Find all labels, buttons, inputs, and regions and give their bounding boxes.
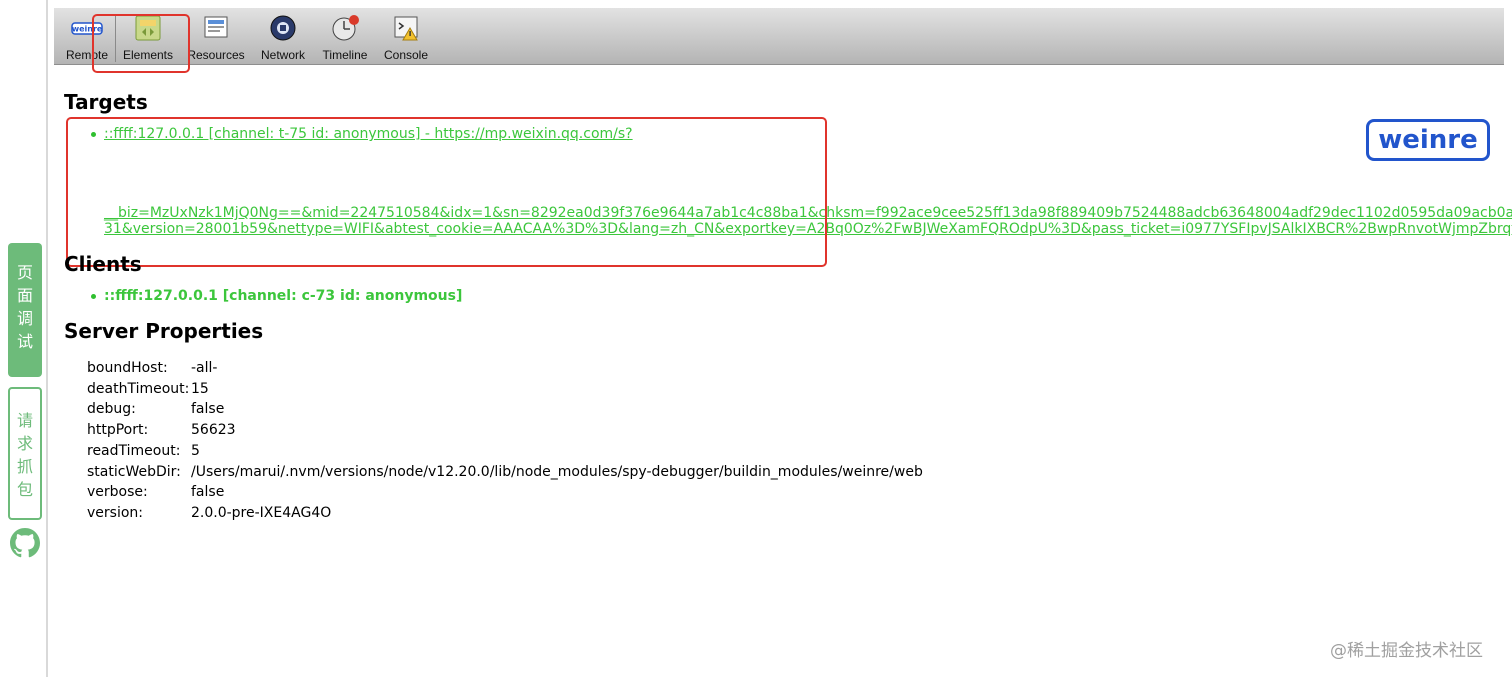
toolbar-console[interactable]: Console bbox=[378, 8, 434, 65]
github-icon[interactable] bbox=[10, 528, 40, 558]
property-key: verbose: bbox=[87, 484, 148, 501]
elements-highlight-box bbox=[92, 14, 190, 73]
property-row: version: 2.0.0-pre-IXE4AG4O bbox=[87, 503, 923, 524]
request-capture-char-2: 求 bbox=[16, 434, 33, 453]
toolbar-resources-label: Resources bbox=[187, 48, 245, 62]
page-debug-char-1: 页 bbox=[16, 263, 33, 282]
toolbar-resources[interactable]: Resources bbox=[184, 8, 248, 65]
toolbar-console-label: Console bbox=[383, 48, 429, 62]
targets-heading: Targets bbox=[64, 90, 148, 114]
property-key: boundHost: bbox=[87, 360, 168, 376]
property-row: deathTimeout: 15 bbox=[87, 379, 923, 400]
watermark: @稀土掘金技术社区 bbox=[1330, 641, 1483, 661]
request-capture-char-4: 包 bbox=[16, 480, 33, 499]
page-debug-button[interactable]: 页 面 调 试 bbox=[8, 243, 42, 377]
property-row: boundHost: -all- bbox=[87, 358, 923, 379]
property-value: -all- bbox=[191, 360, 218, 376]
request-capture-button[interactable]: 请 求 抓 包 bbox=[8, 387, 42, 520]
property-row: httpPort: 56623 bbox=[87, 420, 923, 441]
property-key: version: bbox=[87, 504, 143, 521]
property-key: staticWebDir: bbox=[87, 463, 181, 480]
property-key: httpPort: bbox=[87, 422, 149, 439]
property-row: staticWebDir: /Users/marui/.nvm/versions/… bbox=[87, 462, 923, 483]
toolbar-network-label: Network bbox=[260, 48, 305, 62]
request-capture-char-3: 抓 bbox=[16, 457, 33, 476]
page-debug-char-2: 面 bbox=[16, 286, 33, 305]
client-item: ::ffff:127.0.0.1 [channel: c-73 id: anon… bbox=[104, 288, 463, 304]
server-properties-heading: Server Properties bbox=[64, 319, 264, 343]
property-key: readTimeout: bbox=[87, 442, 181, 459]
weinre-logo: weinre bbox=[1366, 119, 1490, 161]
property-row: verbose: false bbox=[87, 482, 923, 503]
request-capture-char-1: 请 bbox=[16, 411, 33, 430]
property-value: 5 bbox=[191, 442, 200, 459]
weinre-toolbar: weinre Remote Elements Resources Network bbox=[54, 8, 1504, 65]
page-debug-char-4: 试 bbox=[16, 332, 33, 351]
console-icon bbox=[394, 16, 418, 41]
resources-icon bbox=[204, 16, 228, 38]
target-highlight-box bbox=[66, 117, 827, 267]
toolbar-timeline[interactable]: Timeline bbox=[316, 8, 374, 65]
property-value: /Users/marui/.nvm/versions/node/v12.20.0… bbox=[191, 463, 923, 480]
property-key: deathTimeout: bbox=[87, 380, 190, 397]
network-icon bbox=[270, 15, 296, 41]
toolbar-timeline-label: Timeline bbox=[322, 48, 368, 62]
clients-heading: Clients bbox=[64, 252, 142, 276]
property-value: 15 bbox=[191, 380, 209, 397]
property-value: false bbox=[191, 401, 225, 418]
property-row: debug: false bbox=[87, 399, 923, 420]
client-bullet bbox=[91, 294, 96, 299]
property-value: 56623 bbox=[191, 422, 236, 439]
server-properties-table: boundHost: -all- deathTimeout: 15 debug: fa… bbox=[87, 358, 923, 524]
toolbar-network[interactable]: Network bbox=[254, 8, 312, 65]
property-key: debug: bbox=[87, 401, 136, 418]
property-value: false bbox=[191, 484, 225, 501]
page-debug-char-3: 调 bbox=[16, 309, 33, 328]
timeline-icon bbox=[332, 15, 359, 41]
left-sidebar: 页 面 调 试 请 求 抓 包 bbox=[0, 0, 48, 677]
property-row: readTimeout: 5 bbox=[87, 441, 923, 462]
property-value: 2.0.0-pre-IXE4AG4O bbox=[191, 504, 332, 521]
